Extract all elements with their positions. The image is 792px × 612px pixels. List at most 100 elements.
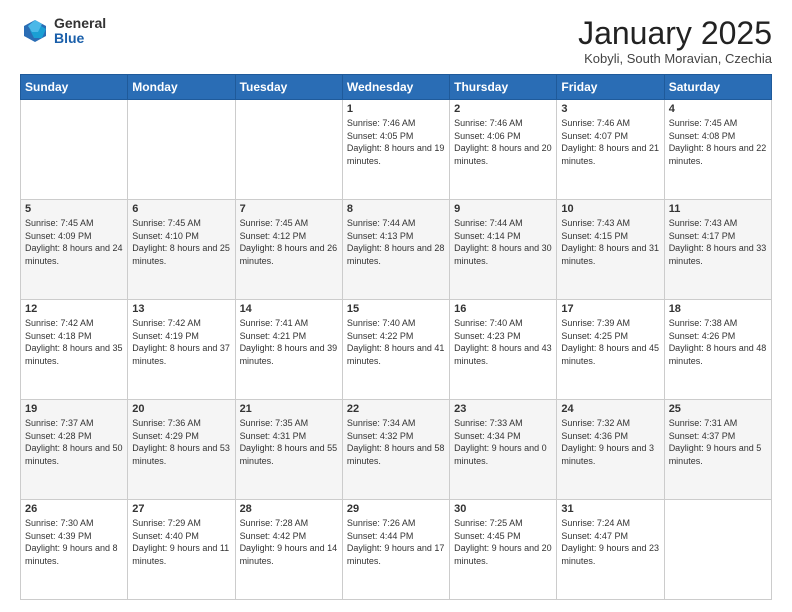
col-monday: Monday (128, 75, 235, 100)
logo-general-text: General (54, 16, 106, 31)
table-row: 8 Sunrise: 7:44 AMSunset: 4:13 PMDaylight… (342, 200, 449, 300)
day-info: Sunrise: 7:41 AMSunset: 4:21 PMDaylight:… (240, 317, 338, 367)
day-number: 5 (25, 203, 123, 215)
day-number: 30 (454, 503, 552, 515)
day-number: 1 (347, 103, 445, 115)
day-info: Sunrise: 7:25 AMSunset: 4:45 PMDaylight:… (454, 517, 552, 567)
day-info: Sunrise: 7:44 AMSunset: 4:14 PMDaylight:… (454, 217, 552, 267)
day-number: 21 (240, 403, 338, 415)
table-row: 27 Sunrise: 7:29 AMSunset: 4:40 PMDayligh… (128, 500, 235, 600)
table-row: 25Sunrise: 7:31 AMSunset: 4:37 PMDayligh… (664, 400, 771, 500)
table-row: 9Sunrise: 7:44 AMSunset: 4:14 PMDaylight… (450, 200, 557, 300)
table-row: 21 Sunrise: 7:35 AMSunset: 4:31 PMDayligh… (235, 400, 342, 500)
table-row: 30 Sunrise: 7:25 AMSunset: 4:45 PMDayligh… (450, 500, 557, 600)
table-row: 23 Sunrise: 7:33 AMSunset: 4:34 PMDayligh… (450, 400, 557, 500)
day-number: 26 (25, 503, 123, 515)
table-row (664, 500, 771, 600)
day-info: Sunrise: 7:24 AMSunset: 4:47 PMDaylight:… (561, 517, 659, 567)
day-number: 24 (561, 403, 659, 415)
day-info: Sunrise: 7:31 AMSunset: 4:37 PMDaylight:… (669, 417, 767, 467)
day-info: Sunrise: 7:40 AMSunset: 4:22 PMDaylight:… (347, 317, 445, 367)
day-info: Sunrise: 7:42 AMSunset: 4:18 PMDaylight:… (25, 317, 123, 367)
calendar-header-row: Sunday Monday Tuesday Wednesday Thursday… (21, 75, 772, 100)
day-info: Sunrise: 7:38 AMSunset: 4:26 PMDaylight:… (669, 317, 767, 367)
col-wednesday: Wednesday (342, 75, 449, 100)
table-row: 2 Sunrise: 7:46 AMSunset: 4:06 PMDaylight… (450, 100, 557, 200)
table-row: 11 Sunrise: 7:43 AMSunset: 4:17 PMDayligh… (664, 200, 771, 300)
table-row: 26 Sunrise: 7:30 AMSunset: 4:39 PMDayligh… (21, 500, 128, 600)
day-number: 4 (669, 103, 767, 115)
table-row: 6Sunrise: 7:45 AMSunset: 4:10 PMDaylight… (128, 200, 235, 300)
day-number: 14 (240, 303, 338, 315)
logo: General Blue (20, 16, 106, 47)
day-info: Sunrise: 7:46 AMSunset: 4:07 PMDaylight:… (561, 117, 659, 167)
day-number: 20 (132, 403, 230, 415)
day-info: Sunrise: 7:46 AMSunset: 4:05 PMDaylight:… (347, 117, 445, 167)
table-row: 20 Sunrise: 7:36 AMSunset: 4:29 PMDayligh… (128, 400, 235, 500)
table-row: 17Sunrise: 7:39 AMSunset: 4:25 PMDayligh… (557, 300, 664, 400)
day-number: 23 (454, 403, 552, 415)
day-info: Sunrise: 7:45 AMSunset: 4:08 PMDaylight:… (669, 117, 767, 167)
day-number: 11 (669, 203, 767, 215)
table-row (21, 100, 128, 200)
day-info: Sunrise: 7:29 AMSunset: 4:40 PMDaylight:… (132, 517, 230, 567)
table-row: 14 Sunrise: 7:41 AMSunset: 4:21 PMDayligh… (235, 300, 342, 400)
day-number: 8 (347, 203, 445, 215)
day-info: Sunrise: 7:35 AMSunset: 4:31 PMDaylight:… (240, 417, 338, 467)
title-block: January 2025 Kobyli, South Moravian, Cze… (578, 16, 772, 66)
table-row: 1 Sunrise: 7:46 AMSunset: 4:05 PMDaylight… (342, 100, 449, 200)
day-info: Sunrise: 7:26 AMSunset: 4:44 PMDaylight:… (347, 517, 445, 567)
calendar-week-row: 26 Sunrise: 7:30 AMSunset: 4:39 PMDayligh… (21, 500, 772, 600)
day-info: Sunrise: 7:43 AMSunset: 4:17 PMDaylight:… (669, 217, 767, 267)
table-row: 3Sunrise: 7:46 AMSunset: 4:07 PMDaylight… (557, 100, 664, 200)
location-subtitle: Kobyli, South Moravian, Czechia (578, 51, 772, 66)
day-info: Sunrise: 7:28 AMSunset: 4:42 PMDaylight:… (240, 517, 338, 567)
col-thursday: Thursday (450, 75, 557, 100)
day-number: 31 (561, 503, 659, 515)
day-info: Sunrise: 7:44 AMSunset: 4:13 PMDaylight:… (347, 217, 445, 267)
day-info: Sunrise: 7:33 AMSunset: 4:34 PMDaylight:… (454, 417, 552, 467)
calendar-table: Sunday Monday Tuesday Wednesday Thursday… (20, 74, 772, 600)
day-number: 17 (561, 303, 659, 315)
calendar-week-row: 1 Sunrise: 7:46 AMSunset: 4:05 PMDaylight… (21, 100, 772, 200)
table-row: 29 Sunrise: 7:26 AMSunset: 4:44 PMDayligh… (342, 500, 449, 600)
day-info: Sunrise: 7:37 AMSunset: 4:28 PMDaylight:… (25, 417, 123, 467)
day-info: Sunrise: 7:36 AMSunset: 4:29 PMDaylight:… (132, 417, 230, 467)
day-number: 15 (347, 303, 445, 315)
col-friday: Friday (557, 75, 664, 100)
table-row (235, 100, 342, 200)
day-number: 10 (561, 203, 659, 215)
table-row: 28Sunrise: 7:28 AMSunset: 4:42 PMDayligh… (235, 500, 342, 600)
calendar-week-row: 19 Sunrise: 7:37 AMSunset: 4:28 PMDayligh… (21, 400, 772, 500)
day-number: 13 (132, 303, 230, 315)
logo-icon (20, 16, 50, 46)
col-sunday: Sunday (21, 75, 128, 100)
day-number: 6 (132, 203, 230, 215)
table-row: 4 Sunrise: 7:45 AMSunset: 4:08 PMDaylight… (664, 100, 771, 200)
day-number: 29 (347, 503, 445, 515)
day-info: Sunrise: 7:32 AMSunset: 4:36 PMDaylight:… (561, 417, 659, 467)
table-row: 16Sunrise: 7:40 AMSunset: 4:23 PMDayligh… (450, 300, 557, 400)
day-info: Sunrise: 7:30 AMSunset: 4:39 PMDaylight:… (25, 517, 123, 567)
logo-blue-text: Blue (54, 31, 106, 46)
day-info: Sunrise: 7:34 AMSunset: 4:32 PMDaylight:… (347, 417, 445, 467)
day-info: Sunrise: 7:46 AMSunset: 4:06 PMDaylight:… (454, 117, 552, 167)
col-tuesday: Tuesday (235, 75, 342, 100)
table-row: 5Sunrise: 7:45 AMSunset: 4:09 PMDaylight… (21, 200, 128, 300)
day-info: Sunrise: 7:45 AMSunset: 4:12 PMDaylight:… (240, 217, 338, 267)
table-row: 31 Sunrise: 7:24 AMSunset: 4:47 PMDayligh… (557, 500, 664, 600)
table-row: 18 Sunrise: 7:38 AMSunset: 4:26 PMDayligh… (664, 300, 771, 400)
page: General Blue January 2025 Kobyli, South … (0, 0, 792, 612)
day-number: 19 (25, 403, 123, 415)
day-number: 22 (347, 403, 445, 415)
header: General Blue January 2025 Kobyli, South … (20, 16, 772, 66)
day-number: 18 (669, 303, 767, 315)
day-number: 27 (132, 503, 230, 515)
day-number: 2 (454, 103, 552, 115)
table-row: 15 Sunrise: 7:40 AMSunset: 4:22 PMDayligh… (342, 300, 449, 400)
calendar-week-row: 5Sunrise: 7:45 AMSunset: 4:09 PMDaylight… (21, 200, 772, 300)
table-row: 24 Sunrise: 7:32 AMSunset: 4:36 PMDayligh… (557, 400, 664, 500)
logo-text: General Blue (54, 16, 106, 47)
day-info: Sunrise: 7:43 AMSunset: 4:15 PMDaylight:… (561, 217, 659, 267)
day-info: Sunrise: 7:40 AMSunset: 4:23 PMDaylight:… (454, 317, 552, 367)
